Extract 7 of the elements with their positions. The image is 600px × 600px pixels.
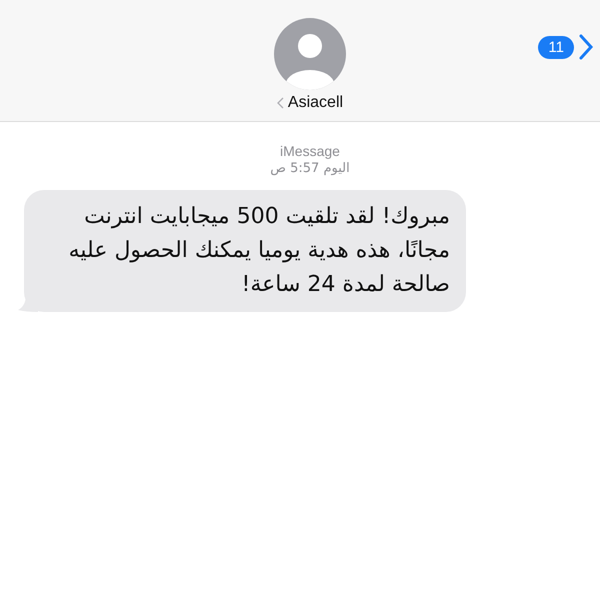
service-label: iMessage — [280, 142, 340, 160]
unread-count-badge[interactable]: 11 — [538, 36, 574, 58]
contact-name[interactable]: Asiacell — [288, 94, 344, 112]
chevron-left-icon — [276, 97, 284, 109]
avatar-icon[interactable] — [274, 18, 346, 90]
timestamp: اليوم 5:57 ص — [270, 160, 350, 178]
chevron-right-icon[interactable] — [578, 33, 594, 61]
